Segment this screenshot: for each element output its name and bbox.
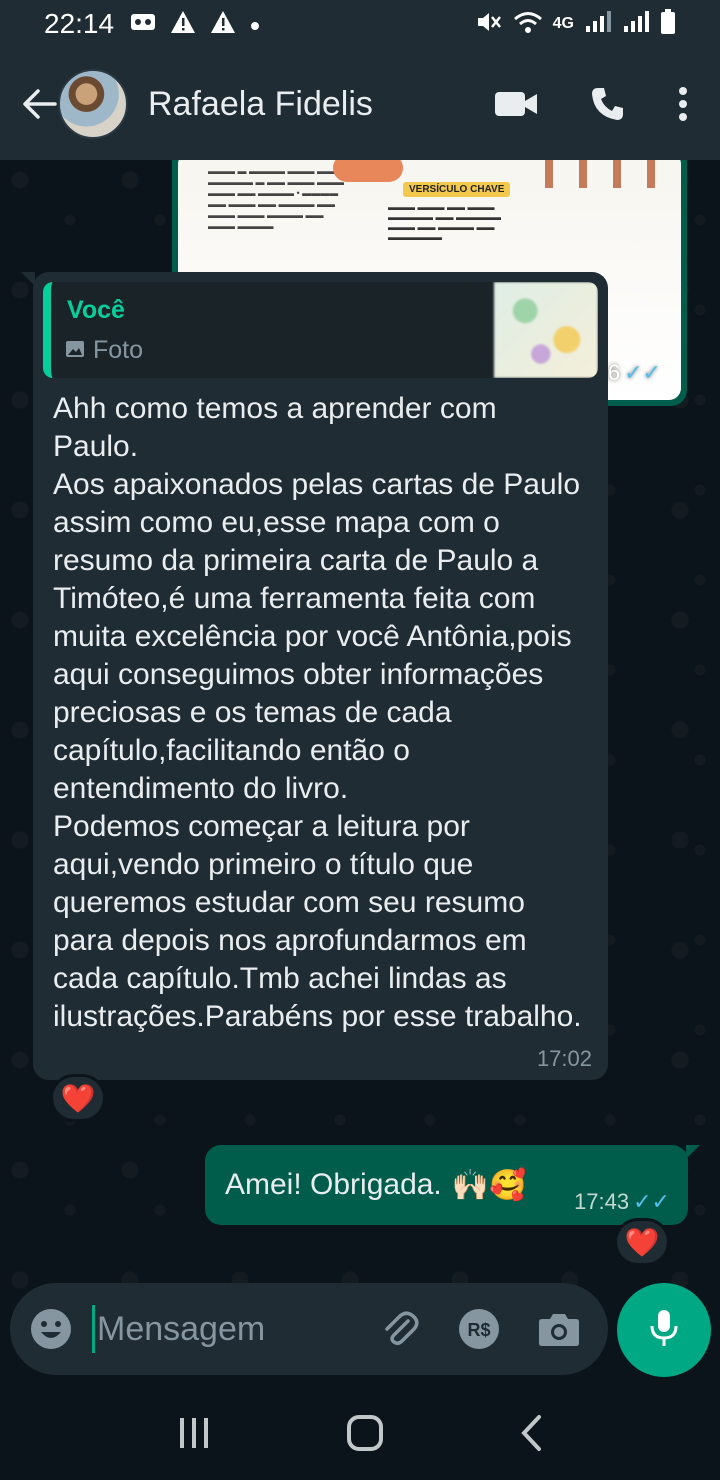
mic-button[interactable]: [617, 1283, 711, 1377]
status-bar: 22:14 4G: [0, 0, 720, 48]
camera-icon[interactable]: [538, 1311, 580, 1347]
status-time: 22:14: [44, 8, 115, 39]
image-illustration-arm: [333, 160, 403, 182]
avatar[interactable]: [58, 69, 128, 139]
message-time: 17:43 ✓✓: [574, 1189, 670, 1214]
quoted-author: Você: [67, 296, 125, 324]
image-key-label: VERSÍCULO CHAVE: [403, 182, 511, 197]
image-quote-text: ▬▬▬ ▬▬▬ ▬▬ ▬▬▬ ▬▬▬▬▬ ▬▬ ▬▬▬▬▬ ▬▬▬ ▬▬ ▬▬▬…: [388, 202, 502, 242]
incoming-message[interactable]: Você Foto Ahh como temos a aprender com …: [21, 272, 608, 1080]
dot-icon: [250, 12, 260, 36]
read-ticks-icon: ✓✓: [624, 360, 661, 385]
more-options-icon[interactable]: [678, 86, 688, 122]
message-text: Ahh como temos a aprender com Paulo. Aos…: [53, 392, 582, 1033]
video-call-icon[interactable]: [494, 90, 538, 118]
wifi-icon: [513, 10, 543, 39]
contact-name[interactable]: Rafaela Fidelis: [148, 85, 373, 124]
read-ticks-icon: ✓✓: [633, 1189, 670, 1214]
mute-icon: [475, 10, 503, 39]
phone-icon[interactable]: [590, 86, 626, 122]
warning-icon: [210, 10, 236, 39]
quoted-thumbnail: [494, 282, 598, 378]
home-icon[interactable]: [346, 1414, 384, 1452]
heart-reaction-icon[interactable]: ❤️: [50, 1074, 106, 1122]
warning-icon: [170, 10, 196, 39]
message-composer: R$: [10, 1283, 608, 1375]
photo-icon: [65, 336, 85, 365]
image-illustration-pillars: [545, 160, 665, 188]
battery-icon: [660, 8, 676, 40]
signal-icon: [584, 10, 612, 39]
image-doodle-text: ▬▬▬ ▬ ▬▬▬▬ ▬▬▬ ▬▬ ▬▬▬▬▬ ▬ ▬▬ ▬▬▬ ▬▬▬ ▬▬▬…: [208, 166, 345, 231]
network-type: 4G: [552, 15, 574, 32]
message-input[interactable]: [97, 1309, 337, 1349]
microphone-icon: [649, 1308, 679, 1353]
text-caret: [92, 1305, 95, 1353]
heart-reaction-icon[interactable]: ❤️: [614, 1218, 670, 1266]
system-nav-bar: [0, 1385, 720, 1480]
chat-header: Rafaela Fidelis: [0, 48, 720, 160]
emoji-icon[interactable]: [30, 1308, 72, 1350]
message-time: 17:02: [536, 1046, 592, 1071]
chat-area[interactable]: ▬▬▬ ▬ ▬▬▬▬ ▬▬▬ ▬▬ ▬▬▬▬▬ ▬ ▬▬ ▬▬▬ ▬▬▬ ▬▬▬…: [0, 160, 720, 1290]
svg-text:R$: R$: [467, 1320, 490, 1340]
back-nav-icon[interactable]: [519, 1414, 543, 1452]
signal-icon: [622, 10, 650, 39]
quoted-message[interactable]: Você Foto: [43, 282, 598, 378]
back-arrow-icon[interactable]: [14, 79, 64, 129]
payment-icon[interactable]: R$: [458, 1308, 500, 1350]
recent-apps-icon[interactable]: [177, 1416, 211, 1450]
message-emoji: 🙌🏻🥰: [451, 1168, 527, 1202]
quoted-type: Foto: [65, 336, 143, 365]
attach-icon[interactable]: [380, 1309, 420, 1349]
message-text: Amei! Obrigada.: [225, 1168, 442, 1201]
outgoing-message[interactable]: Amei! Obrigada. 🙌🏻🥰 17:43 ✓✓: [205, 1145, 700, 1225]
voicemail-icon: [130, 12, 156, 37]
